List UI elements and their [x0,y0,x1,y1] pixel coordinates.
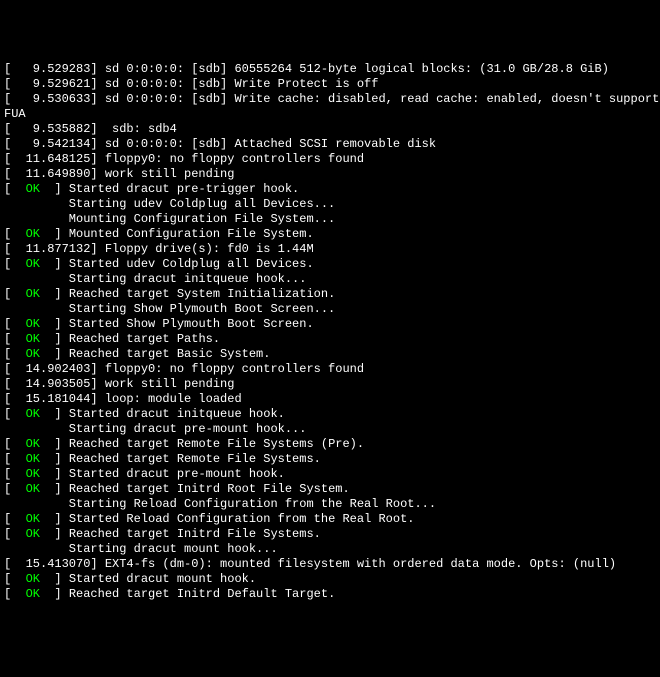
status-ok: OK [26,572,40,586]
console-line: [ OK ] Mounted Configuration File System… [4,227,656,242]
console-line: [ 9.542134] sd 0:0:0:0: [sdb] Attached S… [4,137,656,152]
status-ok: OK [26,287,40,301]
console-line: [ OK ] Reached target Remote File System… [4,437,656,452]
boot-console: [ 9.529283] sd 0:0:0:0: [sdb] 60555264 5… [4,62,656,602]
status-ok: OK [26,482,40,496]
console-line: FUA [4,107,656,122]
console-line: [ OK ] Started udev Coldplug all Devices… [4,257,656,272]
console-line: [ 15.413070] EXT4-fs (dm-0): mounted fil… [4,557,656,572]
console-line: Starting Show Plymouth Boot Screen... [4,302,656,317]
console-line: [ OK ] Started dracut pre-mount hook. [4,467,656,482]
console-line: Starting dracut initqueue hook... [4,272,656,287]
console-line: [ OK ] Reached target Basic System. [4,347,656,362]
console-line: [ 9.535882] sdb: sdb4 [4,122,656,137]
console-line: [ 14.903505] work still pending [4,377,656,392]
console-line: [ OK ] Started Reload Configuration from… [4,512,656,527]
status-ok: OK [26,257,40,271]
console-line: [ OK ] Reached target System Initializat… [4,287,656,302]
status-ok: OK [26,452,40,466]
console-line: Starting udev Coldplug all Devices... [4,197,656,212]
console-line: [ 11.649890] work still pending [4,167,656,182]
status-ok: OK [26,512,40,526]
console-line: Starting dracut mount hook... [4,542,656,557]
console-line: [ OK ] Reached target Remote File System… [4,452,656,467]
status-ok: OK [26,467,40,481]
console-line: [ 11.877132] Floppy drive(s): fd0 is 1.4… [4,242,656,257]
console-line: [ 15.181044] loop: module loaded [4,392,656,407]
status-ok: OK [26,527,40,541]
console-line: Starting dracut pre-mount hook... [4,422,656,437]
status-ok: OK [26,587,40,601]
console-line: [ OK ] Started Show Plymouth Boot Screen… [4,317,656,332]
status-ok: OK [26,332,40,346]
console-line: [ 11.648125] floppy0: no floppy controll… [4,152,656,167]
status-ok: OK [26,437,40,451]
console-line: [ OK ] Reached target Initrd Root File S… [4,482,656,497]
console-line: Starting Reload Configuration from the R… [4,497,656,512]
status-ok: OK [26,227,40,241]
console-line: [ 9.529621] sd 0:0:0:0: [sdb] Write Prot… [4,77,656,92]
console-line: [ OK ] Reached target Initrd File System… [4,527,656,542]
console-line: [ OK ] Started dracut initqueue hook. [4,407,656,422]
console-line: [ OK ] Reached target Initrd Default Tar… [4,587,656,602]
status-ok: OK [26,182,40,196]
console-line: [ 9.529283] sd 0:0:0:0: [sdb] 60555264 5… [4,62,656,77]
console-line: [ 9.530633] sd 0:0:0:0: [sdb] Write cach… [4,92,656,107]
console-line: [ OK ] Started dracut pre-trigger hook. [4,182,656,197]
status-ok: OK [26,407,40,421]
status-ok: OK [26,347,40,361]
console-line: [ OK ] Reached target Paths. [4,332,656,347]
console-line: [ 14.902403] floppy0: no floppy controll… [4,362,656,377]
status-ok: OK [26,317,40,331]
console-line: Mounting Configuration File System... [4,212,656,227]
console-line: [ OK ] Started dracut mount hook. [4,572,656,587]
